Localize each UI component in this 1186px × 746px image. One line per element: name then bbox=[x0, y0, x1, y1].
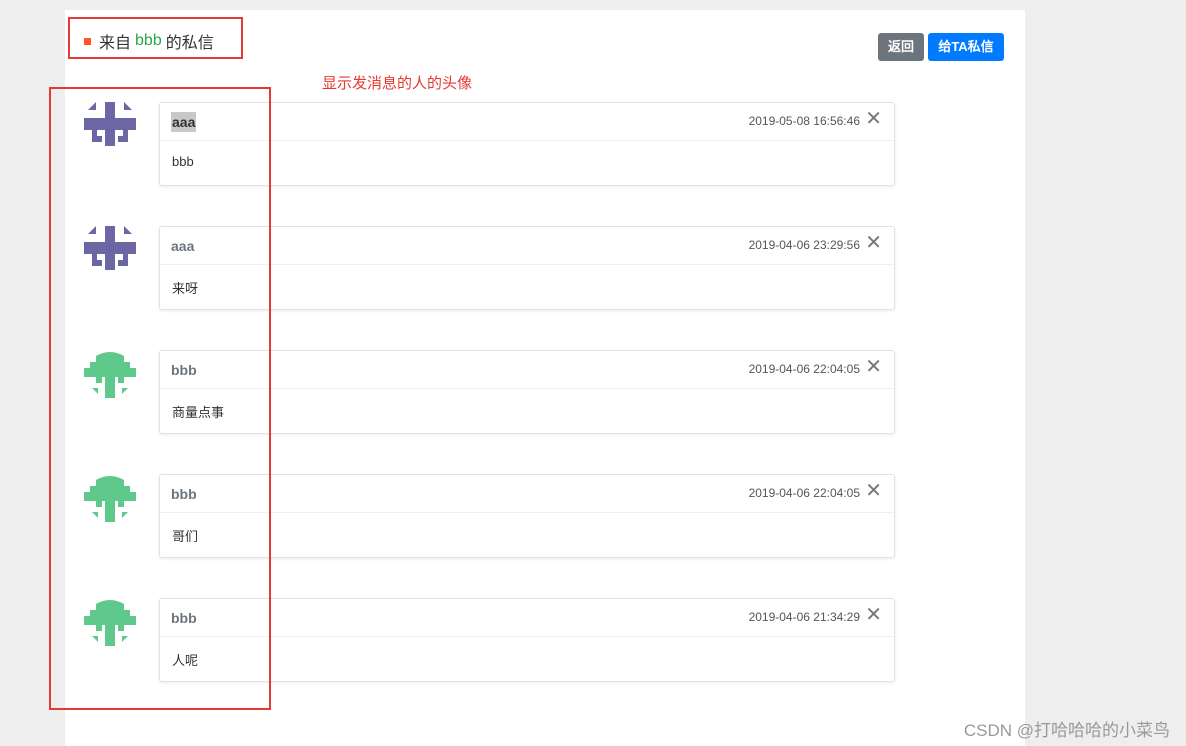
message-time: 2019-05-08 16:56:46 bbox=[748, 114, 860, 128]
message-time: 2019-04-06 22:04:05 bbox=[748, 486, 860, 500]
delete-message-icon[interactable]: ✕ bbox=[865, 108, 882, 130]
message-time: 2019-04-06 23:29:56 bbox=[748, 238, 860, 252]
title-marker-icon bbox=[84, 37, 91, 45]
delete-message-icon[interactable]: ✕ bbox=[865, 604, 882, 626]
back-button[interactable]: 返回 bbox=[878, 33, 924, 61]
page-title: 来自 bbb 的私信 bbox=[84, 29, 214, 53]
title-sender-name: bbb bbox=[135, 32, 162, 49]
annotation-text: 显示发消息的人的头像 bbox=[322, 75, 473, 92]
delete-message-icon[interactable]: ✕ bbox=[865, 232, 882, 254]
delete-message-icon[interactable]: ✕ bbox=[865, 480, 882, 502]
message-time: 2019-04-06 22:04:05 bbox=[748, 362, 860, 376]
title-prefix: 来自 bbox=[99, 35, 132, 52]
message-time: 2019-04-06 21:34:29 bbox=[748, 610, 860, 624]
send-message-button[interactable]: 给TA私信 bbox=[928, 33, 1004, 61]
avatar-highlight-box bbox=[49, 87, 271, 710]
watermark: CSDN @打哈哈哈的小菜鸟 bbox=[963, 721, 1170, 740]
delete-message-icon[interactable]: ✕ bbox=[865, 356, 882, 378]
title-suffix: 的私信 bbox=[165, 35, 214, 52]
